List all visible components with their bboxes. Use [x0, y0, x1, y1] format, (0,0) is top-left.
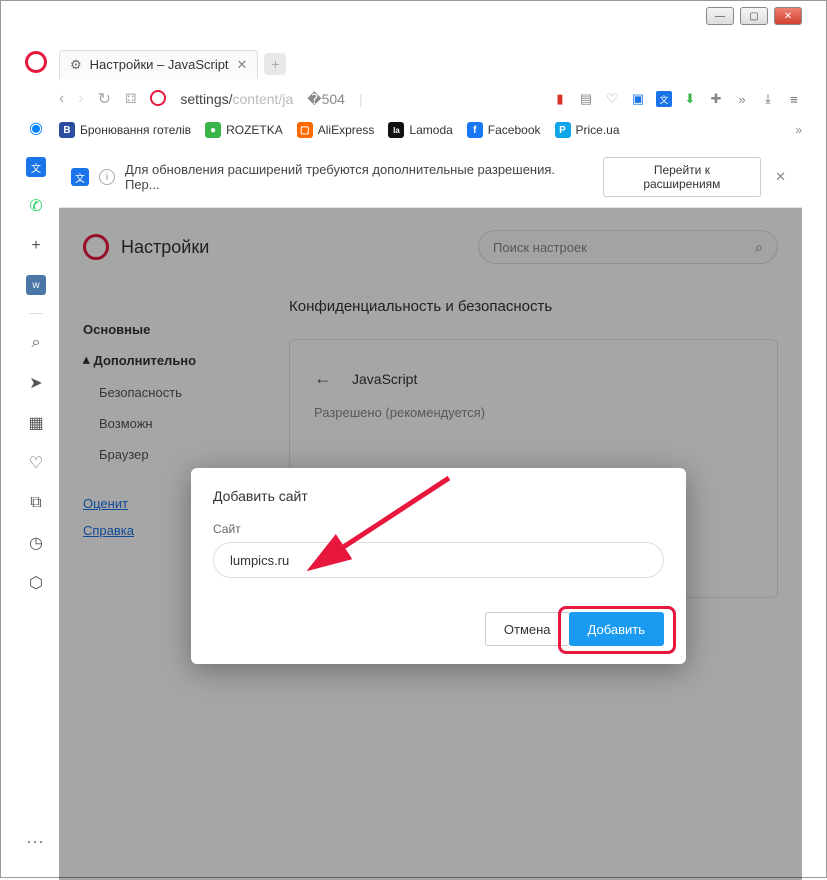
minimize-button[interactable]: —	[706, 7, 734, 25]
search-icon[interactable]: ⌕	[25, 332, 47, 354]
field-label: Сайт	[213, 522, 664, 536]
bookmark-item[interactable]: PPrice.ua	[555, 122, 620, 138]
translate-toolbar-icon[interactable]: 文	[656, 91, 672, 107]
bookmarks-overflow-button[interactable]: »	[795, 123, 802, 137]
download-icon[interactable]: ⬇	[682, 91, 698, 107]
site-identity-icon[interactable]	[150, 90, 166, 109]
new-tab-button[interactable]: +	[264, 53, 286, 75]
info-icon: i	[99, 169, 115, 185]
reload-button[interactable]: ↻	[98, 89, 111, 109]
translate-notice-icon: 文	[71, 168, 89, 186]
cancel-button[interactable]: Отмена	[485, 612, 570, 646]
extensions-icon[interactable]: ✚	[708, 91, 724, 107]
bookmark-item[interactable]: laLamoda	[388, 122, 452, 138]
close-window-button[interactable]: ✕	[774, 7, 802, 25]
translate-icon[interactable]: 文	[26, 157, 46, 177]
notification-text: Для обновления расширений требуются допо…	[125, 162, 593, 192]
page-icon[interactable]: ▤	[578, 91, 594, 107]
snapshot-icon[interactable]: ⧉	[25, 492, 47, 514]
gear-icon: ⚙	[70, 57, 82, 73]
speed-dial-icon[interactable]: ▦	[25, 412, 47, 434]
add-button[interactable]: Добавить	[569, 612, 664, 646]
vk-icon[interactable]: w	[26, 275, 46, 295]
speed-dial-button[interactable]: ⚃	[125, 91, 136, 107]
send-icon[interactable]: ➤	[25, 372, 47, 394]
site-input[interactable]	[213, 542, 664, 578]
toolbar-right-icons: ▮ ▤ ♡ ▣ 文 ⬇ ✚ » ⤓ ≡	[552, 91, 802, 107]
bookmark-item[interactable]: ▢AliExpress	[297, 122, 375, 138]
overflow-icon[interactable]: »	[734, 91, 750, 107]
bookmark-icon[interactable]: ▮	[552, 91, 568, 107]
messenger-icon[interactable]: ◉	[25, 117, 47, 139]
forward-button[interactable]: ›	[78, 90, 83, 108]
notification-bar: 文 i Для обновления расширений требуются …	[59, 147, 802, 208]
tab-settings[interactable]: ⚙ Настройки – JavaScript ✕	[59, 50, 258, 79]
bookmark-item[interactable]: fFacebook	[467, 122, 541, 138]
easy-setup-icon[interactable]: ≡	[786, 91, 802, 107]
left-rail: ◉ 文 ✆ + w ⌕ ➤ ▦ ♡ ⧉ ◷ ⬡ ⋯	[19, 47, 53, 861]
content-area: 文 i Для обновления расширений требуются …	[59, 147, 802, 861]
opera-logo-icon[interactable]	[25, 51, 47, 73]
camera-icon[interactable]: �504	[307, 91, 345, 108]
bookmarks-bar: ВБронювання готелів ●ROZETKA ▢AliExpress…	[59, 117, 802, 143]
whatsapp-icon[interactable]: ✆	[25, 195, 47, 217]
back-button[interactable]: ‹	[59, 90, 64, 108]
add-messenger-button[interactable]: +	[25, 235, 47, 257]
downloads-button[interactable]: ⤓	[760, 91, 776, 107]
heart-icon[interactable]: ♡	[25, 452, 47, 474]
address-bar: ‹ › ↻ ⚃ settings/content/ja �504 | ▮ ▤ ♡…	[59, 81, 802, 117]
bookmark-item[interactable]: ●ROZETKA	[205, 122, 283, 138]
shield-icon[interactable]: ♡	[604, 91, 620, 107]
tab-bar: ⚙ Настройки – JavaScript ✕ +	[59, 47, 802, 81]
save-icon[interactable]: ▣	[630, 91, 646, 107]
window-controls: — ▢ ✕	[706, 7, 802, 25]
add-site-modal: Добавить сайт Сайт Отмена Добавить	[191, 468, 686, 664]
modal-title: Добавить сайт	[213, 488, 664, 504]
maximize-button[interactable]: ▢	[740, 7, 768, 25]
cube-icon[interactable]: ⬡	[25, 572, 47, 594]
url-text[interactable]: settings/content/ja	[180, 91, 293, 107]
close-tab-button[interactable]: ✕	[237, 57, 248, 73]
tab-title: Настройки – JavaScript	[90, 57, 229, 72]
go-to-extensions-button[interactable]: Перейти к расширениям	[603, 157, 761, 197]
bookmark-item[interactable]: ВБронювання готелів	[59, 122, 191, 138]
history-icon[interactable]: ◷	[25, 532, 47, 554]
dismiss-notification-button[interactable]: ✕	[771, 169, 790, 185]
rail-more-icon[interactable]: ⋯	[26, 832, 46, 861]
